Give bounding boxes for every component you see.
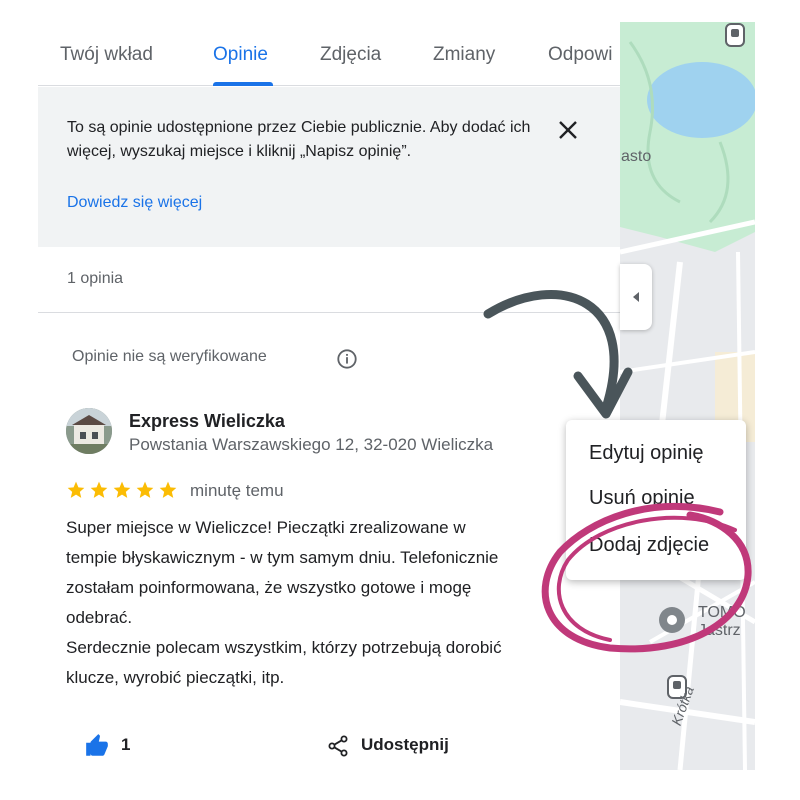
star-icon	[159, 481, 177, 498]
review-options-menu: Edytuj opinię Usuń opinię Dodaj zdjęcie	[566, 420, 746, 580]
notice-text: To są opinie udostępnione przez Ciebie p…	[67, 119, 531, 160]
collapse-panel-button[interactable]	[620, 264, 652, 330]
chevron-left-icon	[633, 292, 639, 302]
reviews-panel: Twój wkład Opinie Zdjęcia Zmiany Odpowi …	[38, 22, 620, 770]
review-text: Super miejsce w Wieliczce! Pieczątki zre…	[66, 518, 502, 687]
map-label: asto	[621, 148, 652, 165]
rating-stars	[66, 480, 181, 500]
map-place-label: TOMO	[698, 604, 746, 621]
map-canvas	[620, 22, 755, 770]
star-icon	[90, 481, 108, 498]
learn-more-link[interactable]: Dowiedz się więcej	[67, 194, 202, 212]
tab-reviews[interactable]: Opinie	[213, 44, 268, 66]
menu-item-add-photo[interactable]: Dodaj zdjęcie	[589, 534, 709, 557]
info-notice: To są opinie udostępnione przez Ciebie p…	[38, 87, 620, 247]
menu-item-delete-review[interactable]: Usuń opinię	[589, 487, 695, 510]
reviews-count: 1 opinia	[67, 270, 124, 287]
tab-contributions[interactable]: Twój wkład	[60, 44, 153, 66]
star-icon	[113, 481, 131, 498]
tab-photos[interactable]: Zdjęcia	[320, 44, 381, 66]
tab-answers[interactable]: Odpowi	[548, 44, 612, 66]
unverified-note: Opinie nie są weryfikowane	[72, 348, 267, 365]
share-icon[interactable]	[326, 733, 350, 759]
map-place-label-2: Jastrz	[698, 622, 741, 639]
active-tab-indicator	[213, 82, 273, 86]
tab-bar: Twój wkład Opinie Zdjęcia Zmiany Odpowi	[38, 22, 620, 86]
info-icon[interactable]	[336, 348, 358, 370]
like-count: 1	[121, 735, 131, 754]
divider	[38, 312, 620, 313]
place-address: Powstania Warszawskiego 12, 32-020 Wieli…	[129, 435, 494, 454]
place-avatar[interactable]	[66, 408, 112, 454]
review-time: minutę temu	[190, 481, 284, 500]
map-view[interactable]	[620, 22, 755, 770]
tab-edits[interactable]: Zmiany	[433, 44, 495, 66]
share-button[interactable]: Udostępnij	[361, 735, 449, 755]
close-icon[interactable]	[556, 118, 580, 142]
thumbs-up-icon[interactable]	[84, 733, 110, 759]
place-name[interactable]: Express Wieliczka	[129, 411, 285, 432]
menu-item-edit-review[interactable]: Edytuj opinię	[589, 442, 704, 465]
star-icon	[67, 481, 85, 498]
star-icon	[136, 481, 154, 498]
